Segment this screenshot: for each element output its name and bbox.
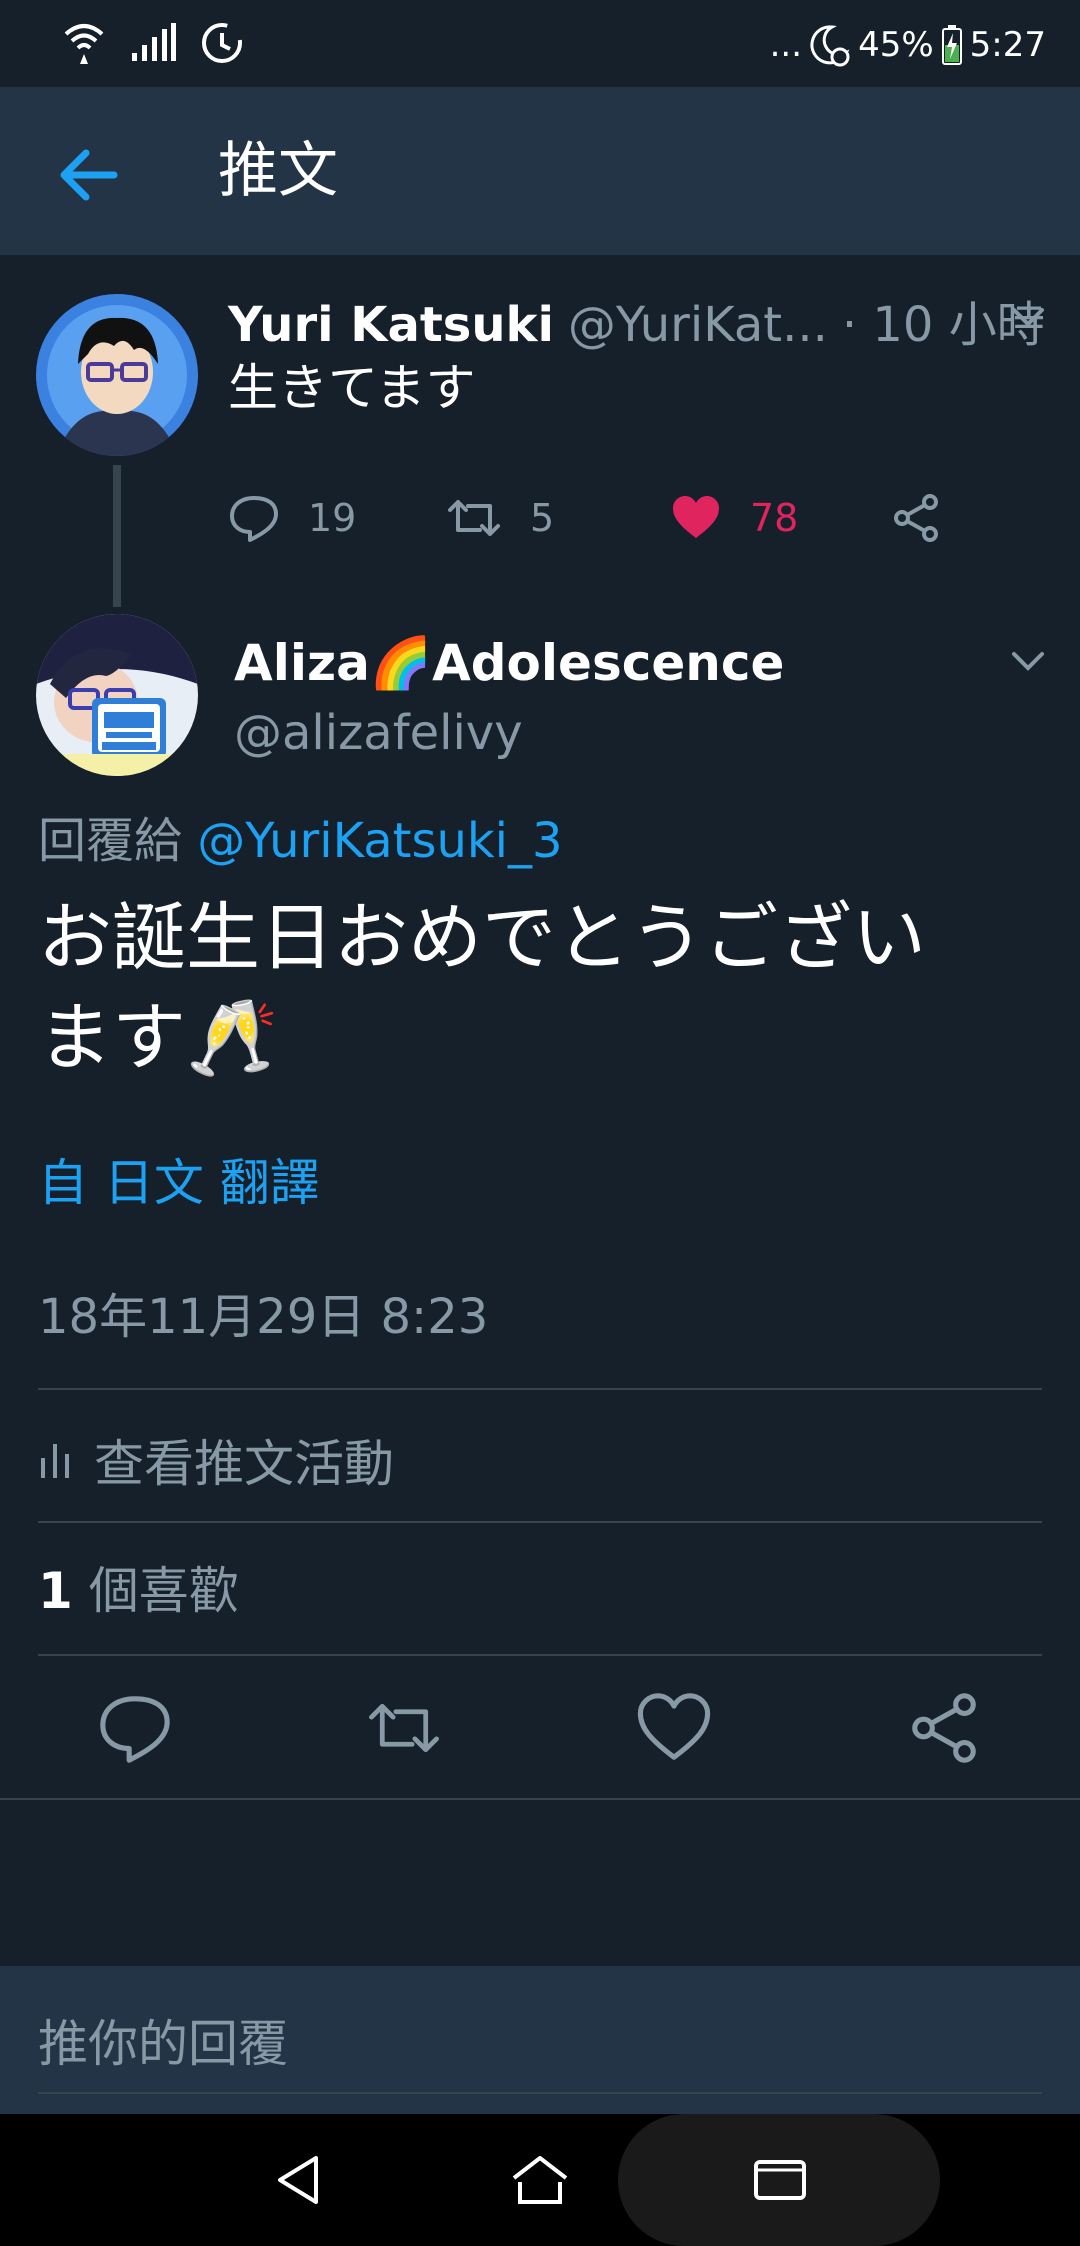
tweet-author-name[interactable]: Aliza🌈Adolescence: [234, 628, 784, 698]
likes-summary[interactable]: 1 個喜歡: [38, 1556, 239, 1626]
avatar-image: [36, 614, 198, 776]
do-not-disturb-icon: [810, 25, 850, 67]
heart-filled-icon: [673, 496, 719, 538]
retweet-count: 5: [530, 496, 555, 540]
avatar-image: [36, 294, 198, 456]
reply-to-prefix: 回覆給: [38, 813, 183, 869]
heart-icon: [637, 1693, 711, 1760]
retweet-icon: [448, 500, 500, 536]
likes-number: 1: [38, 1562, 73, 1620]
avatar-aliza[interactable]: [36, 614, 198, 776]
reply-icon: [100, 1696, 170, 1763]
like-button[interactable]: 78: [670, 488, 798, 548]
app-header: 推文: [0, 87, 1080, 255]
status-dots: ...: [769, 25, 803, 65]
divider: [38, 1654, 1042, 1656]
back-button[interactable]: [54, 139, 126, 211]
reply-bar: 推你的回覆: [0, 1966, 1080, 2114]
reply-count: 19: [308, 496, 357, 540]
tweet-author-handle: @alizafelivy: [234, 705, 523, 761]
like-count: 78: [750, 496, 799, 540]
divider: [38, 1388, 1042, 1390]
nav-back-button[interactable]: [260, 2114, 340, 2246]
parent-tweet-handle: @YuriKat...: [567, 297, 828, 353]
system-nav-bar: [0, 2114, 1080, 2246]
share-button[interactable]: [890, 488, 942, 548]
reply-button[interactable]: 19: [228, 488, 356, 548]
parent-tweet-actions: 19 5 78: [228, 488, 968, 548]
like-button[interactable]: [636, 1690, 712, 1766]
view-tweet-activity-button[interactable]: 查看推文活動: [38, 1420, 394, 1500]
share-icon: [894, 494, 938, 542]
sync-icon: [202, 23, 242, 63]
reply-input[interactable]: 推你的回覆: [38, 1996, 1042, 2094]
parent-tweet-menu-button[interactable]: [1006, 296, 1050, 340]
battery-percent: 45%: [858, 25, 934, 65]
section-divider: [0, 1798, 1080, 1800]
nav-back-icon: [278, 2156, 318, 2204]
chevron-down-icon: [1012, 308, 1044, 327]
thread-line: [113, 465, 121, 607]
status-bar-left: [62, 20, 244, 66]
chevron-down-icon: [1012, 652, 1044, 671]
reply-to-line: 回覆給 @YuriKatsuki_3: [38, 808, 563, 874]
view-tweet-activity-label: 查看推文活動: [94, 1435, 394, 1493]
arrow-left-icon: [60, 149, 118, 201]
retweet-icon: [369, 1703, 439, 1753]
retweet-button[interactable]: 5: [446, 488, 554, 548]
parent-tweet-name[interactable]: Yuri Katsuki: [228, 297, 554, 353]
analytics-icon: [41, 1444, 69, 1478]
parent-tweet-text: 生きてます: [228, 359, 476, 417]
tweet-actions: [0, 1690, 1080, 1766]
divider: [38, 1521, 1042, 1523]
tweet-timestamp: 18年11月29日 8:23: [38, 1289, 489, 1345]
wifi-icon: [64, 24, 104, 64]
nav-home-icon: [512, 2156, 568, 2204]
status-bar: ... 45% 5:27: [0, 0, 1080, 87]
avatar-yuri[interactable]: [36, 294, 198, 456]
nav-recents-button[interactable]: [740, 2114, 820, 2246]
tweet-menu-button[interactable]: [1006, 640, 1050, 684]
parent-tweet-header: Yuri Katsuki @YuriKat... · 10 小時: [228, 285, 1045, 353]
likes-label: 個喜歡: [88, 1562, 239, 1620]
nav-home-button[interactable]: [500, 2114, 580, 2246]
retweet-button[interactable]: [366, 1690, 442, 1766]
battery-charging-icon: [941, 25, 962, 65]
signal-icon: [132, 23, 176, 61]
reply-button[interactable]: [97, 1690, 173, 1766]
translate-link[interactable]: 自 日文 翻譯: [38, 1148, 320, 1218]
tweet-text: お誕生日おめでとうございます🥂: [38, 895, 926, 1081]
clock: 5:27: [969, 25, 1046, 65]
share-button[interactable]: [906, 1690, 982, 1766]
page-title: 推文: [218, 136, 338, 206]
reply-to-mention[interactable]: @YuriKatsuki_3: [197, 813, 562, 869]
share-icon: [912, 1693, 976, 1763]
nav-recents-icon: [754, 2160, 806, 2200]
status-bar-right: ... 45% 5:27: [770, 22, 1046, 68]
reply-icon: [230, 496, 278, 542]
